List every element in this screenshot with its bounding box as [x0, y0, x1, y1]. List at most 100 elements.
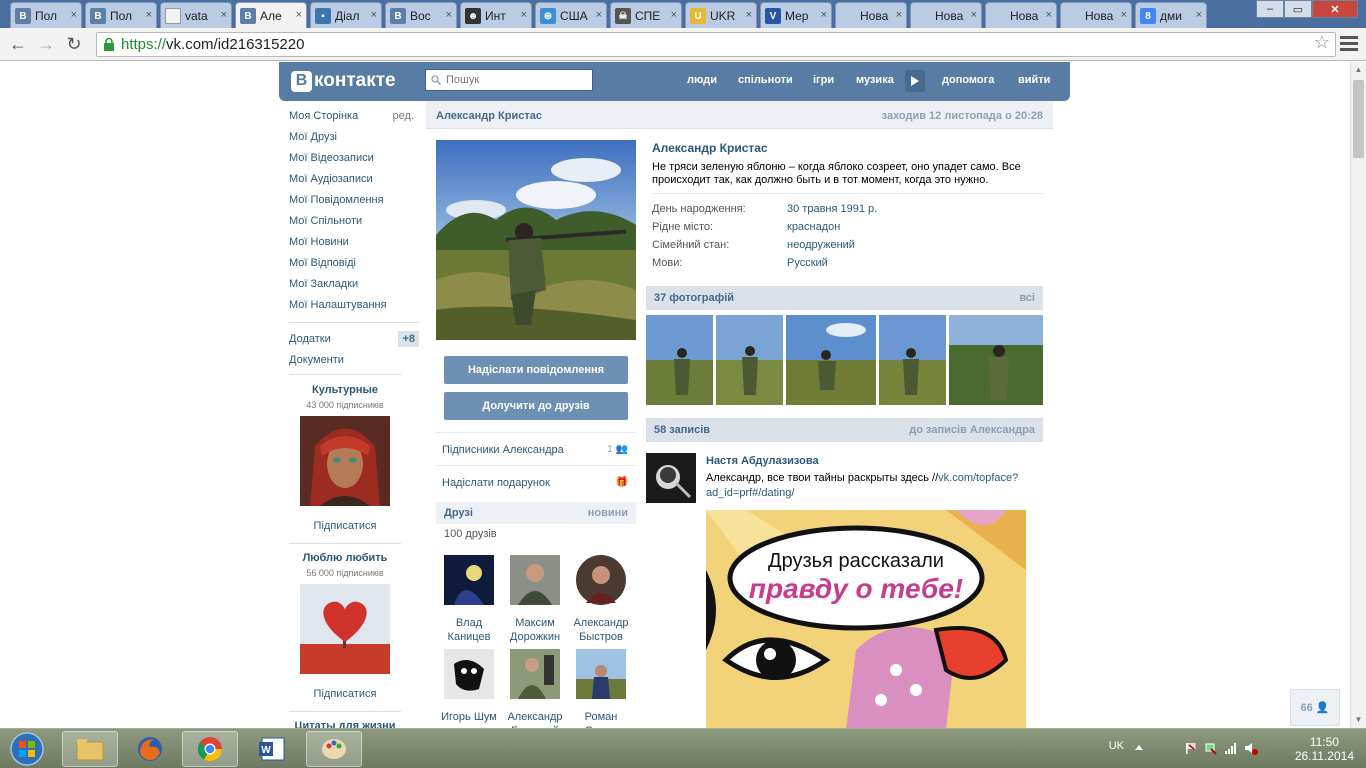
minimize-button[interactable]: – [1256, 0, 1284, 18]
subscribe-button[interactable]: Підписатися [289, 520, 401, 532]
info-value[interactable]: Русский [787, 257, 828, 269]
photo-thumbnail[interactable] [786, 315, 876, 405]
menu-item[interactable]: Мої Відеозаписи [289, 152, 419, 173]
back-button[interactable]: ← [6, 33, 30, 55]
browser-tab[interactable]: Нова в × [985, 2, 1057, 28]
menu-item[interactable]: Мої Друзі [289, 131, 419, 152]
start-button-icon[interactable] [4, 731, 50, 767]
friend-card[interactable]: Александр Быстров [568, 555, 634, 644]
page-scrollbar[interactable]: ▲ ▼ [1350, 62, 1366, 728]
tab-close-icon[interactable]: × [671, 9, 677, 21]
add-friend-button[interactable]: Долучити до друзів [444, 392, 628, 420]
scroll-up-icon[interactable]: ▲ [1351, 62, 1366, 78]
online-friends-widget[interactable]: 66 👤 [1290, 689, 1340, 726]
friend-card[interactable]: Роман Орлов [568, 649, 634, 728]
tab-close-icon[interactable]: × [1196, 9, 1202, 21]
browser-tab[interactable]: U UKR × [685, 2, 757, 28]
browser-tab[interactable]: B Вос × [385, 2, 457, 28]
nav-help[interactable]: допомога [942, 74, 994, 86]
system-clock[interactable]: 11:50 26.11.2014 [1295, 735, 1354, 763]
browser-tab[interactable]: Нова в × [1060, 2, 1132, 28]
friend-card[interactable]: Влад Каницев [436, 555, 502, 644]
browser-tab[interactable]: vata × [160, 2, 232, 28]
tab-close-icon[interactable]: × [371, 9, 377, 21]
nav-music[interactable]: музика [856, 74, 894, 86]
followers-link[interactable]: Підписники Александра 1 👥 [436, 432, 636, 464]
browser-tab[interactable]: Нова в × [910, 2, 982, 28]
friend-card[interactable]: Александр Бельский [502, 649, 568, 728]
browser-tab[interactable]: V Мер × [760, 2, 832, 28]
tab-close-icon[interactable]: × [896, 9, 902, 21]
tab-close-icon[interactable]: × [146, 9, 152, 21]
menu-item[interactable]: Моя Сторінка ред. [289, 110, 419, 131]
browser-tab[interactable]: ⊕ США × [535, 2, 607, 28]
photo-thumbnail[interactable] [879, 315, 946, 405]
menu-item[interactable]: Мої Аудіозаписи [289, 173, 419, 194]
taskbar-word[interactable]: W [244, 731, 300, 767]
nav-games[interactable]: ігри [813, 74, 834, 86]
group-title[interactable]: Люблю любить [289, 552, 401, 564]
group-image[interactable] [300, 416, 390, 506]
browser-tab[interactable]: B Пол × [85, 2, 157, 28]
tab-close-icon[interactable]: × [746, 9, 752, 21]
menu-item[interactable]: Мої Закладки [289, 278, 419, 299]
play-icon[interactable] [905, 70, 925, 92]
info-value[interactable]: 30 травня 1991 р. [787, 203, 877, 215]
maximize-button[interactable]: ▭ [1284, 0, 1312, 18]
group-title[interactable]: Цитаты для жизни [289, 720, 401, 728]
friends-count[interactable]: 100 друзів [444, 528, 497, 540]
menu-item[interactable]: Мої Спільноти [289, 215, 419, 236]
friends-news-link[interactable]: новини [588, 507, 628, 519]
posts-title[interactable]: 58 записів [654, 424, 710, 436]
photo-thumbnail[interactable] [646, 315, 713, 405]
vk-logo[interactable]: В контакте [291, 70, 396, 92]
menu-item[interactable]: Мої Новини [289, 236, 419, 257]
browser-tab[interactable]: ▪ Діал × [310, 2, 382, 28]
tab-close-icon[interactable]: × [446, 9, 452, 21]
taskbar-chrome[interactable] [182, 731, 238, 767]
info-value[interactable]: неодружений [787, 239, 855, 251]
tab-close-icon[interactable]: × [821, 9, 827, 21]
browser-tab[interactable]: B Пол × [10, 2, 82, 28]
group-image[interactable] [300, 584, 390, 674]
group-title[interactable]: Культурные [289, 384, 401, 396]
browser-menu-icon[interactable] [1340, 33, 1358, 51]
post-ad-image[interactable]: Друзья рассказали правду о тебе! [706, 510, 1026, 728]
post-author-name[interactable]: Настя Абдулазизова [706, 455, 819, 467]
scroll-down-icon[interactable]: ▼ [1351, 712, 1366, 728]
address-bar[interactable]: https://vk.com/id216315220 [96, 32, 1336, 57]
profile-avatar[interactable] [436, 140, 636, 340]
tab-close-icon[interactable]: × [596, 9, 602, 21]
tab-close-icon[interactable]: × [296, 9, 302, 21]
tab-close-icon[interactable]: × [521, 9, 527, 21]
friend-card[interactable]: Максим Дорожкин [502, 555, 568, 644]
nav-logout[interactable]: вийти [1018, 74, 1050, 86]
search-input[interactable]: Пошук [425, 69, 593, 91]
info-value[interactable]: краснадон [787, 221, 840, 233]
tab-close-icon[interactable]: × [221, 9, 227, 21]
send-message-button[interactable]: Надіслати повідомлення [444, 356, 628, 384]
photos-title[interactable]: 37 фотографій [654, 292, 734, 304]
menu-item[interactable]: Мої Повідомлення [289, 194, 419, 215]
reload-button[interactable]: ↻ [62, 33, 86, 55]
browser-tab[interactable]: B Але × [235, 2, 307, 29]
tab-close-icon[interactable]: × [971, 9, 977, 21]
posts-link[interactable]: до записів Александра [909, 424, 1035, 436]
taskbar-firefox[interactable] [122, 731, 178, 767]
post-author-avatar[interactable] [646, 453, 696, 503]
tab-close-icon[interactable]: × [71, 9, 77, 21]
browser-tab[interactable]: ☻ Инт × [460, 2, 532, 28]
photo-thumbnail[interactable] [716, 315, 783, 405]
friends-title[interactable]: Друзі [444, 507, 473, 519]
tab-close-icon[interactable]: × [1121, 9, 1127, 21]
taskbar-explorer[interactable] [62, 731, 118, 767]
menu-item-apps[interactable]: Додатки +8 [289, 331, 419, 354]
edit-link[interactable]: ред. [393, 110, 414, 122]
browser-tab[interactable]: ☠ СПЕ × [610, 2, 682, 28]
menu-item[interactable]: Мої Налаштування [289, 299, 419, 320]
photos-all-link[interactable]: всі [1019, 292, 1035, 304]
photo-thumbnail[interactable] [949, 315, 1043, 405]
language-indicator[interactable]: UK [1109, 740, 1124, 752]
subscribe-button[interactable]: Підписатися [289, 688, 401, 700]
bookmark-star-icon[interactable]: ☆ [1314, 32, 1330, 53]
